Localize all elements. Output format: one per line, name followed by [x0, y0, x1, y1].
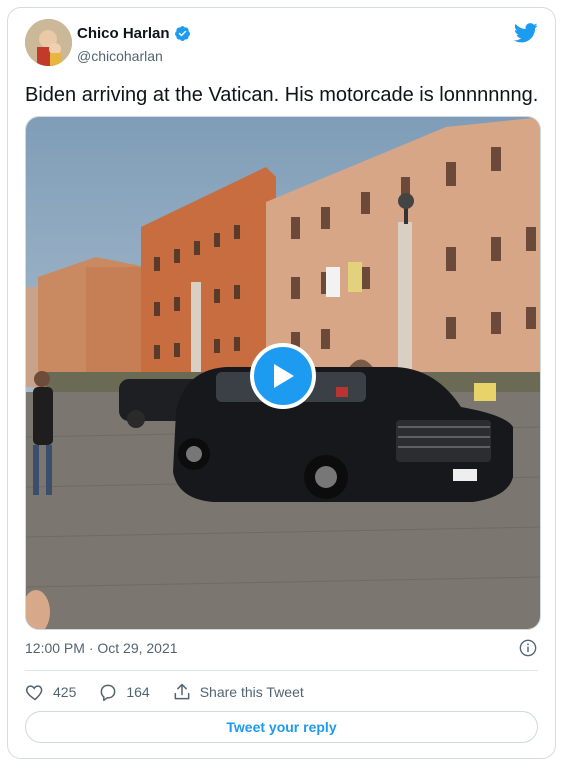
tweet-card: Chico Harlan @chicoharlan Biden arriving… [7, 7, 556, 759]
reply-count-button[interactable]: 164 [98, 682, 150, 702]
share-button[interactable]: Share this Tweet [172, 682, 304, 702]
verified-badge-icon [174, 26, 190, 41]
author-name[interactable]: Chico Harlan [77, 25, 191, 42]
play-icon [274, 364, 294, 388]
author-handle[interactable]: @chicoharlan [77, 48, 163, 64]
avatar[interactable] [25, 19, 72, 66]
like-button[interactable]: 425 [25, 682, 76, 702]
video-media[interactable] [25, 116, 541, 630]
twitter-bird-icon[interactable] [514, 22, 538, 44]
avatar-image [25, 19, 72, 66]
like-count: 425 [53, 684, 77, 700]
tweet-timestamp[interactable]: 12:00 PM · Oct 29, 2021 [25, 640, 178, 656]
tweet-your-reply-button[interactable]: Tweet your reply [25, 711, 538, 743]
author-name-text: Chico Harlan [77, 25, 170, 42]
heart-icon [25, 685, 43, 701]
share-label: Share this Tweet [199, 684, 304, 700]
play-button[interactable] [250, 343, 316, 409]
reply-bubble-icon [100, 684, 116, 702]
info-icon[interactable] [519, 639, 537, 657]
divider [25, 670, 538, 671]
reply-count: 164 [126, 684, 150, 700]
tweet-text: Biden arriving at the Vatican. His motor… [25, 84, 539, 106]
share-icon [174, 683, 190, 700]
action-bar: 425 164 Share this Tweet [25, 682, 326, 702]
